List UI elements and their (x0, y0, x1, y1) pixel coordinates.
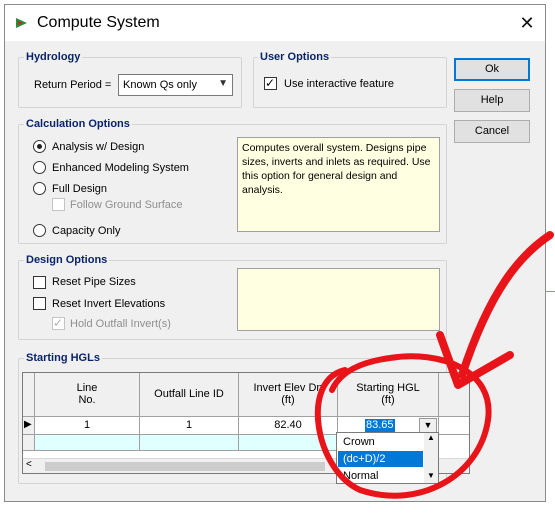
column-header-line1: Line (76, 382, 98, 394)
full-design-label: Full Design (52, 183, 108, 195)
ok-button[interactable]: Ok (454, 58, 530, 81)
full-design-radio[interactable] (33, 182, 46, 195)
follow-ground-checkbox[interactable] (52, 198, 65, 211)
table-row-new[interactable] (35, 435, 140, 451)
close-icon[interactable]: ✕ (515, 11, 539, 35)
table-cell-invert[interactable]: 82.40 (239, 417, 338, 435)
background-line (545, 291, 555, 292)
hgl-edit-value[interactable]: 83.65 (365, 419, 395, 432)
column-header-line1: Invert Elev Dn (253, 382, 323, 394)
app-icon (16, 18, 27, 28)
chevron-down-icon[interactable]: ▼ (419, 418, 437, 433)
row-selector-new[interactable] (23, 435, 35, 451)
analysis-radio[interactable] (33, 140, 46, 153)
reset-invert-label: Reset Invert Elevations (52, 298, 166, 310)
column-header-hgl[interactable]: Starting HGL (ft) (338, 373, 439, 417)
hgl-dropdown-list[interactable]: Crown (dc+D)/2 Normal ▲ ▼ (336, 432, 439, 484)
column-header-outfall[interactable]: Outfall Line ID (140, 373, 239, 417)
row-filler (439, 417, 469, 435)
return-period-select[interactable]: Known Qs only ▼ (118, 74, 233, 96)
help-button[interactable]: Help (454, 89, 530, 112)
scroll-down-icon[interactable]: ▼ (427, 471, 435, 480)
chevron-down-icon: ▼ (218, 78, 228, 89)
reset-pipe-label: Reset Pipe Sizes (52, 276, 136, 288)
enhanced-label: Enhanced Modeling System (52, 162, 189, 174)
reset-invert-checkbox[interactable] (33, 297, 46, 310)
row-header-corner (23, 373, 35, 417)
design-options-title: Design Options (24, 254, 110, 266)
column-header-line1: Outfall Line ID (154, 388, 224, 400)
row-selector[interactable]: ▶ (23, 417, 35, 435)
return-period-label: Return Period = (34, 79, 112, 91)
capacity-label: Capacity Only (52, 225, 121, 237)
column-header-line-no[interactable]: Line No. (35, 373, 140, 417)
follow-ground-label: Follow Ground Surface (70, 199, 183, 211)
column-header-invert[interactable]: Invert Elev Dn (ft) (239, 373, 338, 417)
column-header-line2: No. (78, 394, 96, 406)
scroll-up-icon[interactable]: ▲ (427, 433, 435, 442)
calc-description: Computes overall system. Designs pipe si… (237, 137, 440, 232)
design-description (237, 268, 440, 331)
starting-hgls-title: Starting HGLs (24, 352, 102, 364)
table-row-new[interactable] (239, 435, 338, 451)
dropdown-option-normal[interactable]: Normal (338, 468, 423, 484)
enhanced-radio[interactable] (33, 161, 46, 174)
cancel-button[interactable]: Cancel (454, 120, 530, 143)
analysis-label: Analysis w/ Design (52, 141, 145, 153)
row-pointer-icon: ▶ (24, 419, 32, 430)
user-options-title: User Options (258, 51, 332, 63)
capacity-radio[interactable] (33, 224, 46, 237)
reset-pipe-checkbox[interactable] (33, 276, 46, 289)
dropdown-option-crown[interactable]: Crown (338, 434, 423, 450)
hydrology-title: Hydrology (24, 51, 83, 63)
title-bar: Compute System ✕ (5, 5, 545, 41)
table-cell-line-no[interactable]: 1 (35, 417, 140, 435)
hold-outfall-label: Hold Outfall Invert(s) (70, 318, 171, 330)
interactive-label: Use interactive feature (284, 78, 395, 90)
column-header-line2: (ft) (281, 394, 295, 406)
scrollbar-thumb[interactable] (45, 462, 325, 471)
interactive-checkbox[interactable]: ✓ (264, 76, 277, 90)
hold-outfall-checkbox[interactable]: ✓ (52, 316, 65, 330)
checkmark-icon: ✓ (265, 76, 276, 90)
table-row-new[interactable] (140, 435, 239, 451)
radio-dot (37, 144, 42, 149)
return-period-value: Known Qs only (123, 79, 197, 91)
column-header-line1: Starting HGL (356, 382, 420, 394)
dropdown-scrollbar[interactable]: ▲ ▼ (424, 433, 438, 483)
table-cell-outfall-id[interactable]: 1 (140, 417, 239, 435)
dropdown-option-dc-d[interactable]: (dc+D)/2 (338, 451, 423, 467)
column-header-line2: (ft) (381, 394, 395, 406)
checkmark-icon: ✓ (53, 316, 64, 330)
window-title: Compute System (37, 14, 160, 31)
column-header-filler (439, 373, 469, 417)
calculation-options-title: Calculation Options (24, 118, 132, 130)
scroll-left-icon[interactable]: < (26, 459, 32, 470)
